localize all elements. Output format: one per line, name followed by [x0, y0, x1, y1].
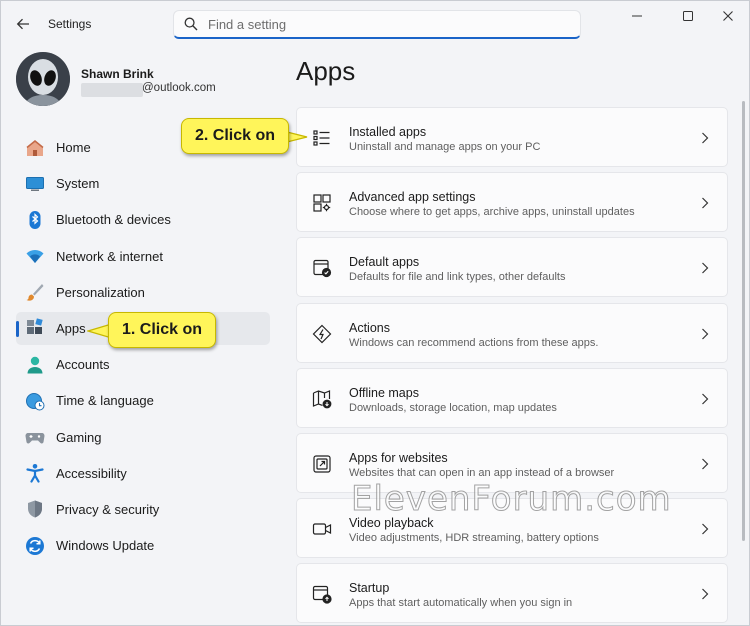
apps-icon — [25, 318, 45, 338]
apps-for-websites-icon — [311, 453, 333, 475]
profile-name: Shawn Brink — [81, 67, 154, 81]
alien-avatar-image — [16, 52, 70, 106]
card-description: Video adjustments, HDR streaming, batter… — [349, 532, 599, 545]
minimize-button[interactable] — [614, 1, 660, 31]
card-description: Defaults for file and link types, other … — [349, 271, 566, 284]
offline-maps-icon — [311, 388, 333, 410]
sidebar-item-time-language[interactable]: Time & language — [16, 384, 270, 417]
sidebar-item-label: Apps — [56, 320, 86, 336]
sidebar-item-label: Network & internet — [56, 248, 163, 264]
windows-update-icon — [25, 536, 45, 556]
sidebar-item-label: Home — [56, 140, 91, 155]
sidebar-nav: Home System Bluetooth & devices Network … — [16, 131, 270, 565]
offline-maps-card[interactable]: Offline maps Downloads, storage location… — [296, 367, 728, 428]
sidebar-item-label: Privacy & security — [56, 501, 160, 517]
callout-step-1: 1. Click on — [108, 312, 216, 348]
default-apps-card[interactable]: Default apps Defaults for file and link … — [296, 237, 728, 298]
sidebar-item-personalization[interactable]: Personalization — [16, 276, 270, 309]
sidebar-item-windows-update[interactable]: Windows Update — [16, 529, 270, 562]
sidebar-item-label: Accounts — [56, 357, 110, 373]
card-description: Downloads, storage location, map updates — [349, 401, 557, 414]
card-title: Actions — [349, 320, 390, 335]
card-title: Advanced app settings — [349, 190, 476, 205]
sidebar-item-label: System — [56, 176, 100, 192]
startup-icon — [311, 583, 333, 605]
avatar — [16, 52, 70, 106]
apps-for-websites-card[interactable]: Apps for websites Websites that can open… — [296, 432, 728, 493]
close-button[interactable] — [705, 1, 749, 31]
sidebar-item-accessibility[interactable]: Accessibility — [16, 457, 270, 490]
system-icon — [25, 174, 45, 194]
close-icon — [723, 11, 733, 21]
sidebar-item-system[interactable]: System — [16, 167, 270, 200]
chevron-right-icon — [699, 130, 711, 146]
actions-card[interactable]: Actions Windows can recommend actions fr… — [296, 302, 728, 363]
chevron-right-icon — [699, 521, 711, 537]
card-description: Choose where to get apps, archive apps, … — [349, 206, 635, 219]
apps-settings-list: Installed apps Uninstall and manage apps… — [296, 107, 728, 625]
email-redacted — [81, 83, 143, 97]
default-apps-icon — [311, 257, 333, 279]
chevron-right-icon — [699, 326, 711, 342]
sidebar-item-label: Accessibility — [56, 465, 127, 481]
video-playback-icon — [311, 518, 333, 540]
callout-step-2: 2. Click on — [181, 118, 289, 154]
selection-indicator — [16, 320, 19, 337]
back-arrow-icon — [16, 18, 29, 30]
card-description: Windows can recommend actions from these… — [349, 336, 599, 349]
sidebar-item-gaming[interactable]: Gaming — [16, 421, 270, 454]
card-title: Apps for websites — [349, 450, 448, 465]
shield-icon — [25, 499, 45, 519]
sidebar-item-label: Bluetooth & devices — [56, 212, 171, 228]
profile-email: @outlook.com — [142, 82, 216, 94]
accounts-icon — [25, 355, 45, 375]
advanced-app-settings-icon — [311, 192, 333, 214]
chevron-right-icon — [699, 391, 711, 407]
home-icon — [25, 138, 45, 158]
sidebar-item-privacy-security[interactable]: Privacy & security — [16, 493, 270, 526]
page-title: Apps — [296, 56, 356, 86]
time-language-icon — [25, 391, 45, 411]
video-playback-card[interactable]: Video playback Video adjustments, HDR st… — [296, 498, 728, 559]
sidebar-item-label: Personalization — [56, 284, 145, 300]
chevron-right-icon — [699, 195, 711, 211]
chevron-right-icon — [699, 260, 711, 276]
scrollbar[interactable] — [742, 101, 745, 541]
card-description: Uninstall and manage apps on your PC — [349, 141, 541, 153]
search-icon — [174, 11, 208, 37]
card-description: Apps that start automatically when you s… — [349, 597, 573, 610]
accessibility-icon — [25, 463, 45, 483]
back-button[interactable] — [11, 12, 35, 36]
card-title: Installed apps — [349, 125, 427, 139]
chevron-right-icon — [699, 456, 711, 472]
sidebar-item-label: Gaming — [56, 429, 102, 445]
card-description: Websites that can open in an app instead… — [349, 466, 615, 479]
settings-window: Settings Shawn Brink — [0, 0, 750, 626]
chevron-right-icon — [699, 586, 711, 602]
app-title: Settings — [48, 17, 92, 31]
installed-apps-icon — [311, 127, 333, 149]
search-input[interactable] — [208, 16, 568, 32]
card-title: Video playback — [349, 516, 434, 531]
title-bar: Settings — [1, 1, 749, 47]
gamepad-icon — [25, 427, 45, 447]
actions-icon — [311, 323, 333, 345]
maximize-icon — [683, 11, 693, 21]
sidebar-item-network[interactable]: Network & internet — [16, 240, 270, 273]
brush-icon — [25, 282, 45, 302]
sidebar-item-label: Time & language — [56, 393, 154, 409]
wifi-icon — [25, 246, 45, 266]
card-title: Offline maps — [349, 385, 419, 400]
startup-card[interactable]: Startup Apps that start automatically wh… — [296, 563, 728, 624]
search-box[interactable] — [173, 10, 581, 39]
card-title: Startup — [349, 581, 390, 596]
advanced-app-settings-card[interactable]: Advanced app settings Choose where to ge… — [296, 172, 728, 233]
sidebar-item-accounts[interactable]: Accounts — [16, 348, 270, 381]
minimize-icon — [632, 15, 642, 17]
bluetooth-icon — [25, 210, 45, 230]
sidebar-item-bluetooth[interactable]: Bluetooth & devices — [16, 203, 270, 236]
installed-apps-card[interactable]: Installed apps Uninstall and manage apps… — [296, 107, 728, 167]
card-title: Default apps — [349, 255, 420, 270]
sidebar-item-label: Windows Update — [56, 538, 155, 554]
